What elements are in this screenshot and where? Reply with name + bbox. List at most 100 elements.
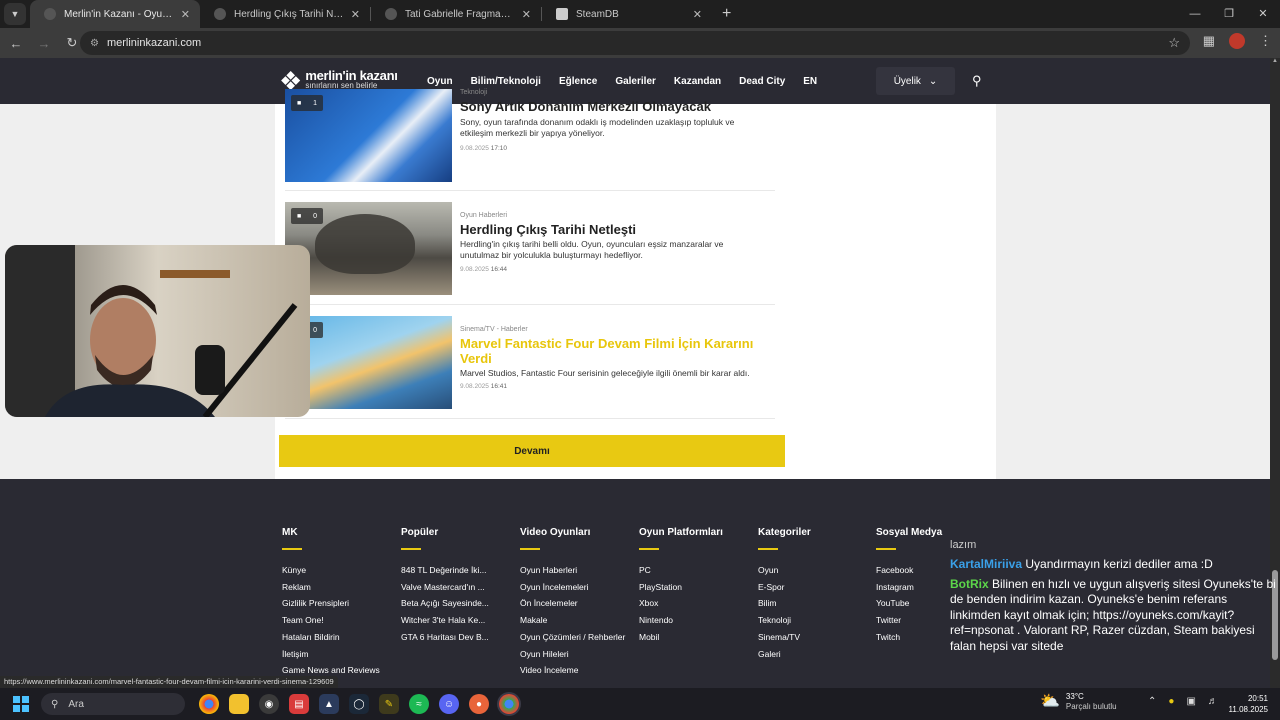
- footer-link[interactable]: Teknoloji: [758, 612, 811, 629]
- footer-link[interactable]: PlayStation: [639, 579, 723, 596]
- browser-tab-2[interactable]: Herdling Çıkış Tarihi Netleşti ✕: [200, 0, 370, 28]
- notes-app-icon[interactable]: ✎: [379, 694, 399, 714]
- footer-link[interactable]: Oyun İncelemeleri: [520, 579, 625, 596]
- footer-link[interactable]: YouTube: [876, 595, 942, 612]
- footer-link[interactable]: Video İnceleme: [520, 662, 625, 679]
- nav-bilim-teknoloji[interactable]: Bilim/Teknoloji: [471, 76, 541, 87]
- footer-link[interactable]: Valve Mastercard'ın ...: [401, 579, 489, 596]
- search-icon[interactable]: ⚲: [972, 73, 982, 89]
- footer-link[interactable]: 848 TL Değerinde İki...: [401, 562, 489, 579]
- extensions-icon[interactable]: ▦: [1203, 33, 1215, 49]
- nav-eglence[interactable]: Eğlence: [559, 76, 597, 87]
- article-thumbnail[interactable]: ■0: [285, 316, 452, 409]
- article-thumbnail[interactable]: ■0: [285, 202, 452, 295]
- discord-icon[interactable]: ☺: [439, 694, 459, 714]
- close-tab-icon[interactable]: ✕: [351, 8, 360, 21]
- footer-link[interactable]: Oyun Haberleri: [520, 562, 625, 579]
- calendar-icon[interactable]: ▤: [289, 694, 309, 714]
- footer-link[interactable]: Nintendo: [639, 612, 723, 629]
- footer-link[interactable]: Oyun Çözümleri / Rehberler: [520, 629, 625, 646]
- chrome-icon[interactable]: [199, 694, 219, 714]
- article-category[interactable]: Oyun Haberleri: [460, 212, 507, 219]
- forward-icon[interactable]: →: [32, 36, 56, 51]
- footer-link[interactable]: Oyun Hileleri: [520, 646, 625, 663]
- webcam-image: [5, 245, 310, 417]
- tray-chevron-up-icon[interactable]: ⌃: [1148, 696, 1156, 707]
- file-explorer-icon[interactable]: [229, 694, 249, 714]
- microphone-icon[interactable]: ●: [1168, 696, 1174, 707]
- nav-kazandan[interactable]: Kazandan: [674, 76, 721, 87]
- scroll-up-icon[interactable]: ▲: [1270, 58, 1280, 64]
- close-tab-icon[interactable]: ✕: [181, 8, 190, 21]
- nav-en[interactable]: EN: [803, 76, 817, 87]
- footer-link[interactable]: Facebook: [876, 562, 942, 579]
- load-more-button[interactable]: Devamı: [279, 435, 785, 467]
- footer-link[interactable]: Twitter: [876, 612, 942, 629]
- article-title[interactable]: Marvel Fantastic Four Devam Filmi İçin K…: [460, 336, 760, 366]
- display-icon[interactable]: ▣: [1186, 696, 1195, 707]
- profile-avatar[interactable]: [1229, 33, 1245, 49]
- footer-link[interactable]: Bilim: [758, 595, 811, 612]
- footer-link[interactable]: Oyun: [758, 562, 811, 579]
- footer-link[interactable]: GTA 6 Haritası Dev B...: [401, 629, 489, 646]
- close-tab-icon[interactable]: ✕: [693, 8, 702, 21]
- footer-link[interactable]: Makale: [520, 612, 625, 629]
- article-card[interactable]: ■ 0 Oyun Haberleri Herdling Çıkış Tarihi …: [285, 202, 775, 297]
- article-title[interactable]: Sony Artık Donanım Merkezli Olmayacak: [460, 99, 760, 114]
- browser-tab-3[interactable]: Tati Gabrielle Fragman Tepkiler ✕: [371, 0, 541, 28]
- footer-link[interactable]: Ön İncelemeler: [520, 595, 625, 612]
- footer-link[interactable]: Mobil: [639, 629, 723, 646]
- nav-galeriler[interactable]: Galeriler: [615, 76, 656, 87]
- footer-link[interactable]: PC: [639, 562, 723, 579]
- footer-link[interactable]: Xbox: [639, 595, 723, 612]
- tab-search-icon[interactable]: ▼: [4, 3, 26, 25]
- address-bar[interactable]: ⚙ merlininkazani.com ☆: [80, 31, 1190, 55]
- footer-link[interactable]: Galeri: [758, 646, 811, 663]
- article-card[interactable]: ■ 1 Teknoloji Sony Artık Donanım Merkezli…: [285, 89, 775, 184]
- account-dropdown[interactable]: Üyelik ⌄: [876, 67, 955, 95]
- chat-faded-text: lazım: [950, 540, 977, 551]
- footer-link[interactable]: Gizlilik Prensipleri: [282, 595, 380, 612]
- footer-link[interactable]: Sinema/TV: [758, 629, 811, 646]
- footer-link[interactable]: Reklam: [282, 579, 380, 596]
- browser-tab-1[interactable]: Merlin'in Kazanı - Oyun İncelem ✕: [30, 0, 200, 28]
- taskbar-search[interactable]: ⚲ Ara: [41, 693, 185, 715]
- obs-icon[interactable]: ◉: [259, 694, 279, 714]
- bookmark-star-icon[interactable]: ☆: [1168, 35, 1180, 51]
- minimize-icon[interactable]: —: [1178, 0, 1212, 28]
- article-card[interactable]: ■0 Sinema/TV - Haberler Marvel Fantastic…: [285, 316, 775, 411]
- close-tab-icon[interactable]: ✕: [522, 8, 531, 21]
- footer-link[interactable]: Hataları Bildirin: [282, 629, 380, 646]
- footer-link[interactable]: Witcher 3'te Hala Ke...: [401, 612, 489, 629]
- footer-link[interactable]: Twitch: [876, 629, 942, 646]
- footer-link[interactable]: İletişim: [282, 646, 380, 663]
- site-info-icon[interactable]: ⚙: [90, 38, 99, 49]
- weather-widget[interactable]: ⛅ 33°C Parçalı bulutlu: [1040, 692, 1117, 712]
- article-thumbnail[interactable]: ■ 1: [285, 89, 452, 182]
- menu-kebab-icon[interactable]: ⋮: [1259, 33, 1272, 49]
- webcam-overlay: [5, 245, 310, 417]
- browser-tab-4[interactable]: SteamDB ✕: [542, 0, 712, 28]
- back-icon[interactable]: ←: [4, 36, 28, 51]
- steam-icon[interactable]: ◯: [349, 694, 369, 714]
- close-window-icon[interactable]: ✕: [1246, 0, 1280, 28]
- spotify-icon[interactable]: ≈: [409, 694, 429, 714]
- new-tab-icon[interactable]: +: [722, 5, 731, 23]
- restore-icon[interactable]: ❐: [1212, 0, 1246, 28]
- footer-link[interactable]: Team One!: [282, 612, 380, 629]
- photo-app-icon[interactable]: ▲: [319, 694, 339, 714]
- taskbar-clock[interactable]: 20:51 11.08.2025: [1226, 693, 1268, 715]
- article-title[interactable]: Herdling Çıkış Tarihi Netleşti: [460, 222, 760, 237]
- nav-dead-city[interactable]: Dead City: [739, 76, 785, 87]
- article-category[interactable]: Sinema/TV - Haberler: [460, 326, 528, 333]
- nav-oyun[interactable]: Oyun: [427, 76, 453, 87]
- volume-icon[interactable]: ♬: [1208, 696, 1218, 707]
- chrome-active-icon[interactable]: [499, 694, 519, 714]
- footer-link[interactable]: Instagram: [876, 579, 942, 596]
- footer-link[interactable]: Beta Açığı Sayesinde...: [401, 595, 489, 612]
- footer-link[interactable]: Künye: [282, 562, 380, 579]
- article-category[interactable]: Teknoloji: [460, 89, 487, 96]
- footer-link[interactable]: E-Spor: [758, 579, 811, 596]
- media-app-icon[interactable]: ●: [469, 694, 489, 714]
- windows-start-icon[interactable]: [13, 696, 29, 712]
